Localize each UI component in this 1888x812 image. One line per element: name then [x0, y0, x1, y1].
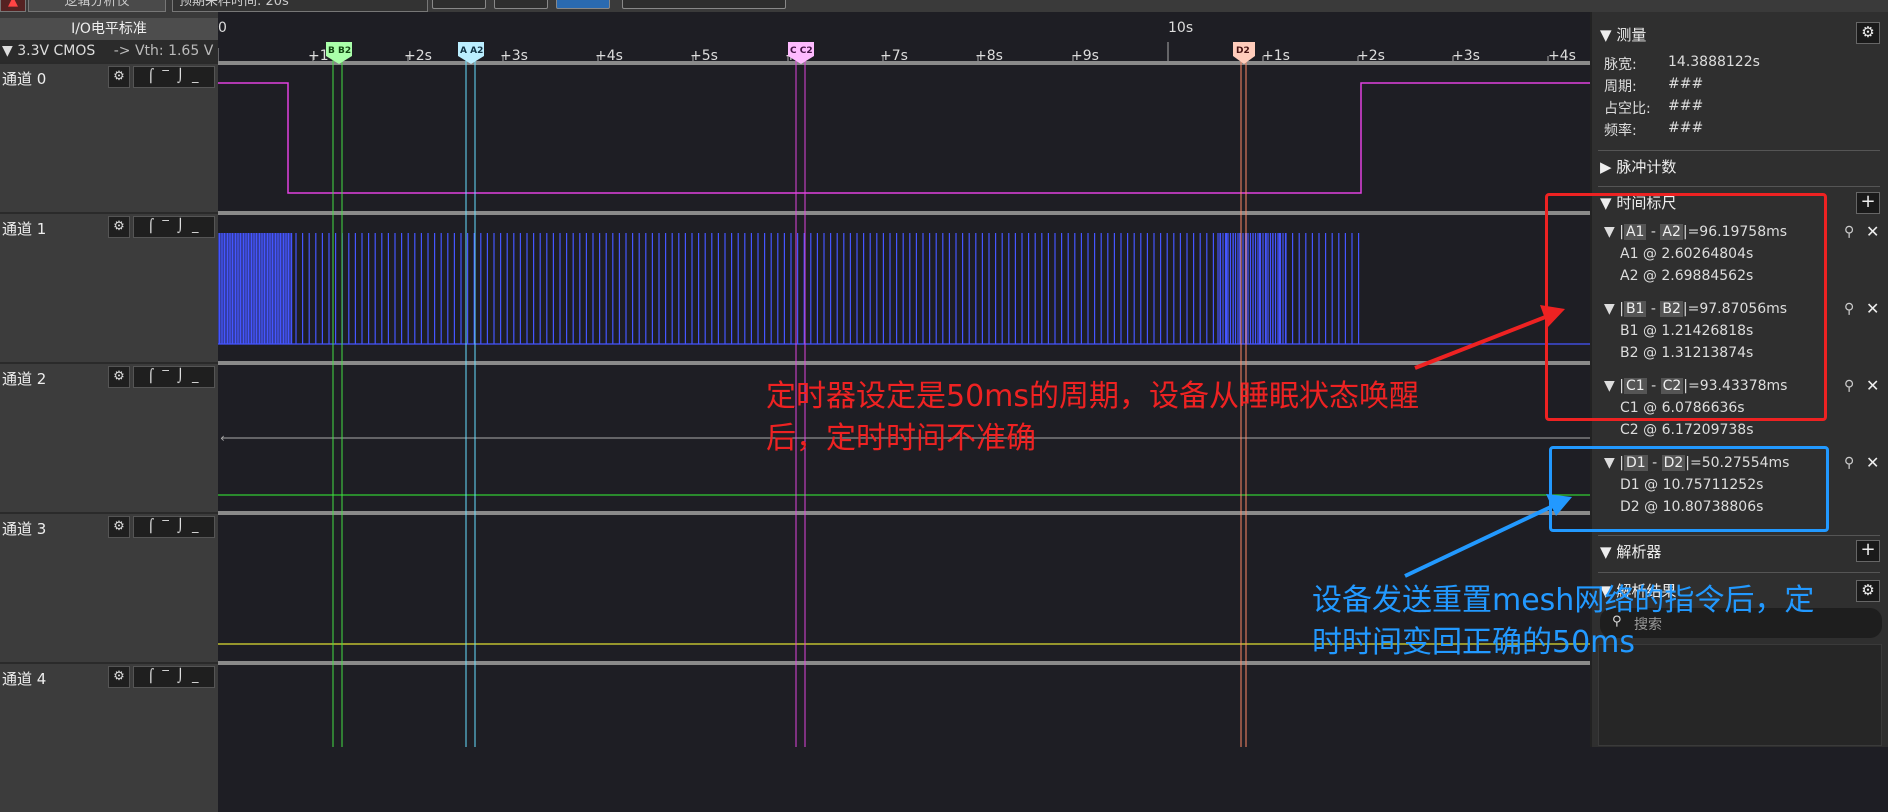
- blue-note-line1: 设备发送重置mesh网络的指令后，定: [1312, 583, 1815, 618]
- red-annotation: 定时器设定是50ms的周期，设备从睡眠状态唤醒 后，定时时间不准确: [766, 376, 1419, 460]
- blue-annotation: 设备发送重置mesh网络的指令后，定 时时间变回正确的50ms: [1312, 580, 1814, 664]
- red-note-line1: 定时器设定是50ms的周期，设备从睡眠状态唤醒: [766, 379, 1420, 414]
- blue-note-line2: 时时间变回正确的50ms: [1312, 625, 1636, 660]
- red-note-line2: 后，定时时间不准确: [766, 421, 1036, 456]
